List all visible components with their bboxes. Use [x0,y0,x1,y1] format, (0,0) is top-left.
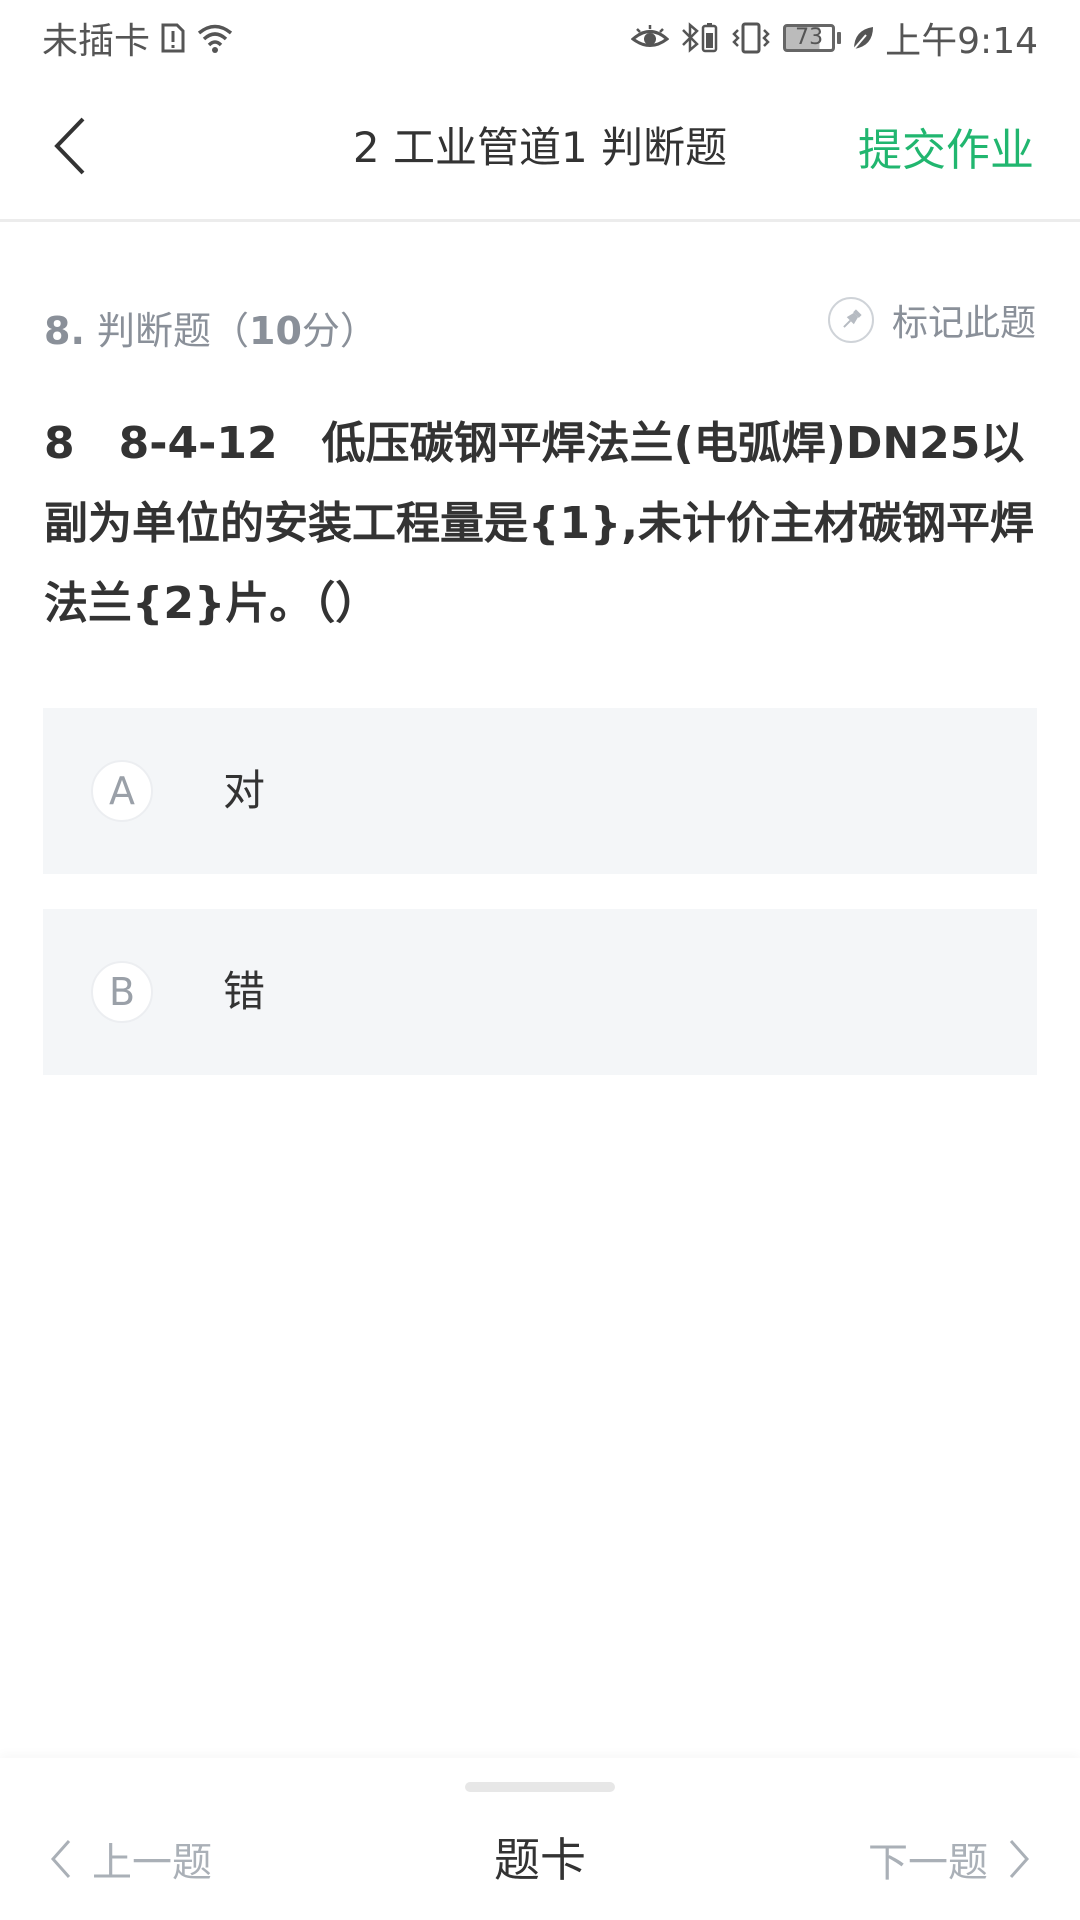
option-letter: A [91,760,153,822]
battery-cap [837,32,842,44]
vibrate-icon [729,21,773,55]
chevron-right-icon [1009,1840,1030,1878]
prev-question-button[interactable]: 上一题 [50,1830,212,1888]
question-type: 判断题（ [96,309,249,353]
leaf-icon [851,24,875,52]
option-a[interactable]: A 对 [43,708,1037,874]
bluetooth-battery-icon [679,21,719,55]
option-text: 对 [223,766,266,815]
status-left: 未插卡 [42,12,234,64]
option-letter: B [91,961,153,1023]
pin-icon [827,297,874,343]
header: 2 工业管道1 判断题 提交作业 [0,76,1080,222]
status-bar: 未插卡 73 上午9:14 [0,0,1080,76]
next-question-label: 下一题 [868,1840,988,1886]
submit-homework-button[interactable]: 提交作业 [858,114,1034,178]
battery-level: 73 [783,24,836,52]
status-time: 上午9:14 [885,21,1038,62]
status-right: 73 上午9:14 [631,12,1038,64]
question-stem: 8 8-4-12 低压碳钢平焊法兰(电弧焊)DN25以副为单位的安装工程量是{1… [44,418,1034,629]
mark-question-button[interactable]: 标记此题 [827,294,1036,346]
chevron-left-icon [50,1840,71,1878]
prev-question-label: 上一题 [92,1840,212,1886]
question-score-suffix: 分） [301,309,378,353]
option-text: 错 [223,967,266,1016]
answer-card-button[interactable]: 题卡 [494,1833,586,1887]
carrier-text: 未插卡 [42,21,151,62]
option-b[interactable]: B 错 [43,909,1037,1075]
bottom-nav-bar: 上一题 题卡 下一题 [0,1758,1080,1920]
mark-question-label: 标记此题 [891,303,1036,344]
question-meta: 8. 判断题（10分） [44,300,378,355]
eye-icon [631,24,670,52]
next-question-button[interactable]: 下一题 [868,1830,1030,1888]
wifi-icon [196,22,234,54]
question-number: 8. [44,309,85,353]
battery-indicator: 73 [783,24,842,52]
sim-alert-icon [160,22,186,54]
question-score: 10 [249,309,302,353]
drag-handle[interactable] [465,1782,615,1792]
